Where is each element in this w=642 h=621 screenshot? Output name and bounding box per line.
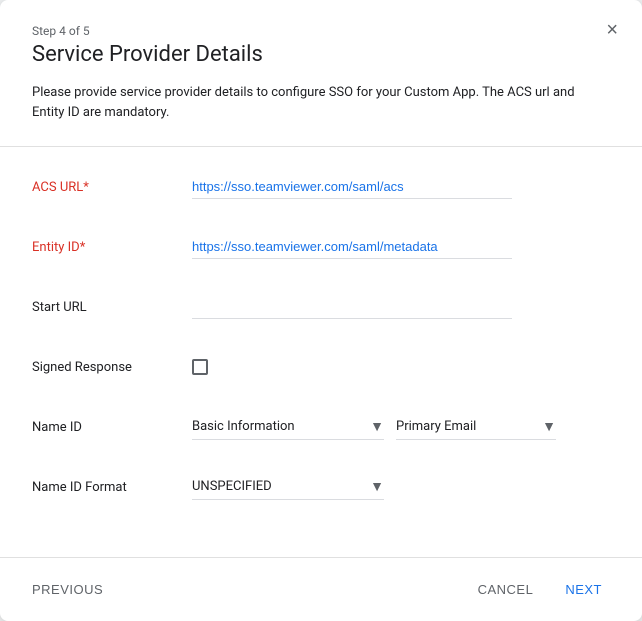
name-id-format-arrow: ▼ — [370, 478, 384, 495]
start-url-input[interactable] — [192, 295, 512, 319]
name-id-dropdown1-label: Basic Information — [192, 419, 370, 434]
name-id-label: Name ID — [32, 420, 192, 435]
signed-response-row: Signed Response — [32, 347, 610, 387]
name-id-format-dropdown[interactable]: UNSPECIFIED ▼ — [192, 474, 384, 500]
cancel-button[interactable]: CANCEL — [470, 574, 542, 605]
start-url-row: Start URL — [32, 287, 610, 327]
previous-button[interactable]: PREVIOUS — [32, 574, 103, 605]
dialog-title: Service Provider Details — [32, 42, 610, 67]
signed-response-checkbox[interactable] — [192, 359, 208, 375]
name-id-row: Name ID Basic Information ▼ Primary Emai… — [32, 407, 610, 447]
signed-response-checkbox-wrapper — [192, 359, 208, 375]
service-provider-dialog: Step 4 of 5 Service Provider Details × P… — [0, 0, 642, 621]
step-label: Step 4 of 5 — [32, 24, 610, 38]
footer-right: CANCEL NEXT — [470, 574, 610, 605]
name-id-dropdown2-label: Primary Email — [396, 419, 542, 434]
next-button[interactable]: NEXT — [557, 574, 610, 605]
form-body: ACS URL* Entity ID* Start URL Signed Res… — [0, 147, 642, 557]
entity-id-input[interactable] — [192, 235, 512, 259]
name-id-dropdowns: Basic Information ▼ Primary Email ▼ — [192, 414, 610, 440]
acs-url-label: ACS URL* — [32, 180, 192, 195]
name-id-format-value: UNSPECIFIED — [192, 479, 370, 494]
name-id-dropdown1-arrow: ▼ — [370, 418, 384, 435]
dialog-description: Please provide service provider details … — [0, 83, 642, 122]
start-url-label: Start URL — [32, 300, 192, 315]
dialog-header: Step 4 of 5 Service Provider Details — [0, 0, 642, 83]
entity-id-row: Entity ID* — [32, 227, 610, 267]
signed-response-label: Signed Response — [32, 360, 192, 375]
name-id-dropdown2[interactable]: Primary Email ▼ — [396, 414, 556, 440]
name-id-format-label: Name ID Format — [32, 480, 192, 495]
close-button[interactable]: × — [602, 16, 622, 44]
acs-url-row: ACS URL* — [32, 167, 610, 207]
name-id-dropdown1[interactable]: Basic Information ▼ — [192, 414, 384, 440]
entity-id-label: Entity ID* — [32, 240, 192, 255]
name-id-format-row: Name ID Format UNSPECIFIED ▼ — [32, 467, 610, 507]
dialog-footer: PREVIOUS CANCEL NEXT — [0, 557, 642, 621]
name-id-dropdown2-arrow: ▼ — [542, 418, 556, 435]
acs-url-input[interactable] — [192, 175, 512, 199]
